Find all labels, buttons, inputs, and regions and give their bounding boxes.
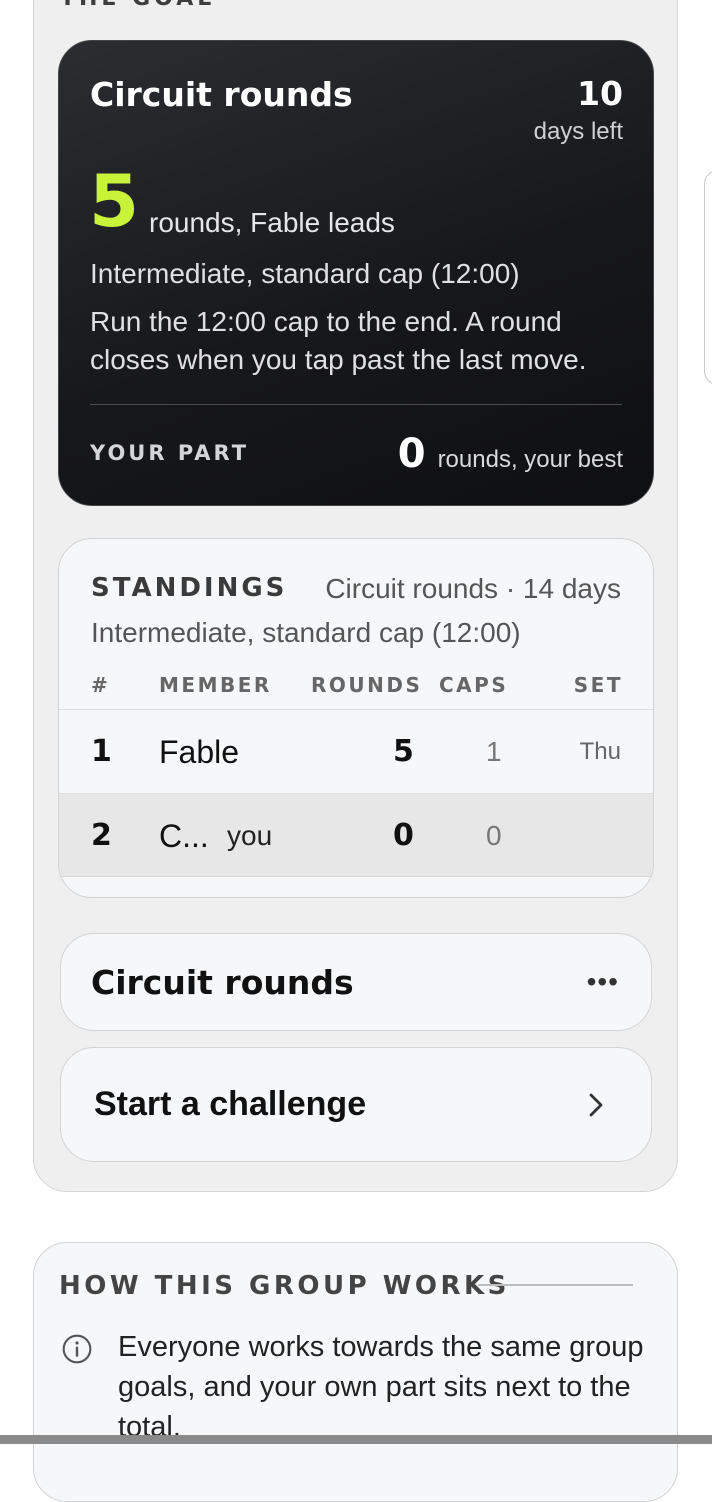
row-set: Thu (579, 738, 621, 765)
your-part-value: 0 (397, 431, 426, 477)
ellipsis-icon[interactable]: ••• (587, 934, 619, 1030)
info-icon (62, 1334, 92, 1364)
row-rank: 2 (91, 818, 112, 853)
row-you-tag: you (227, 820, 273, 851)
column-rounds: ROUNDS (311, 673, 423, 697)
days-left-label: days left (533, 118, 623, 145)
start-challenge-label: Start a challenge (94, 1085, 367, 1123)
row-caps: 0 (486, 820, 502, 851)
how-title-rule (478, 1284, 633, 1286)
goal-title: Circuit rounds (90, 75, 353, 114)
standings-card: STANDINGS Circuit rounds · 14 days Inter… (58, 538, 654, 898)
row-rank: 1 (91, 734, 112, 769)
goal-card[interactable]: Circuit rounds 10 days left 5 rounds, Fa… (58, 40, 654, 506)
challenge-title: Circuit rounds (91, 962, 354, 1002)
challenge-card[interactable]: Circuit rounds ••• (60, 933, 652, 1031)
row-member: Fable (159, 734, 240, 770)
row-caps: 1 (486, 736, 502, 767)
column-member: MEMBER (159, 673, 272, 697)
chevron-right-icon (589, 1093, 603, 1117)
your-part: 0 rounds, your best (398, 431, 623, 477)
section-label: THE GOAL (60, 0, 215, 11)
your-part-label: YOUR PART (90, 441, 250, 465)
row-member: C... (159, 818, 209, 854)
standings-subtitle: Intermediate, standard cap (12:00) (91, 617, 521, 648)
side-panel-edge (704, 170, 712, 385)
table-row[interactable]: 1 Fable 5 1 Thu (59, 709, 653, 793)
bottom-scroll-bar (0, 1435, 712, 1444)
start-challenge-button[interactable]: Start a challenge (60, 1047, 652, 1162)
days-left-value: 10 (577, 74, 623, 113)
group-round-suffix: rounds, Fable leads (149, 207, 395, 238)
your-part-suffix: rounds, your best (437, 446, 623, 473)
how-title: HOW THIS GROUP WORKS (59, 1271, 510, 1301)
how-text: Everyone works towards the same group go… (118, 1331, 644, 1443)
goal-description: Run the 12:00 cap to the end. A round cl… (90, 306, 587, 375)
standings-meta: Circuit rounds · 14 days (325, 573, 621, 604)
goal-subtitle: Intermediate, standard cap (12:00) (90, 258, 520, 289)
column-caps: CAPS (439, 673, 509, 697)
row-rounds: 5 (393, 734, 414, 769)
goal-divider (90, 404, 622, 405)
how-group-works-card: HOW THIS GROUP WORKS Everyone works towa… (33, 1242, 678, 1502)
column-set: SET (573, 673, 623, 697)
row-rounds: 0 (393, 818, 414, 853)
column-rank: # (91, 673, 111, 697)
standings-title: STANDINGS (91, 573, 288, 603)
table-row[interactable]: 2 C... you 0 0 (59, 793, 653, 877)
group-round-count: 5 (89, 159, 140, 243)
